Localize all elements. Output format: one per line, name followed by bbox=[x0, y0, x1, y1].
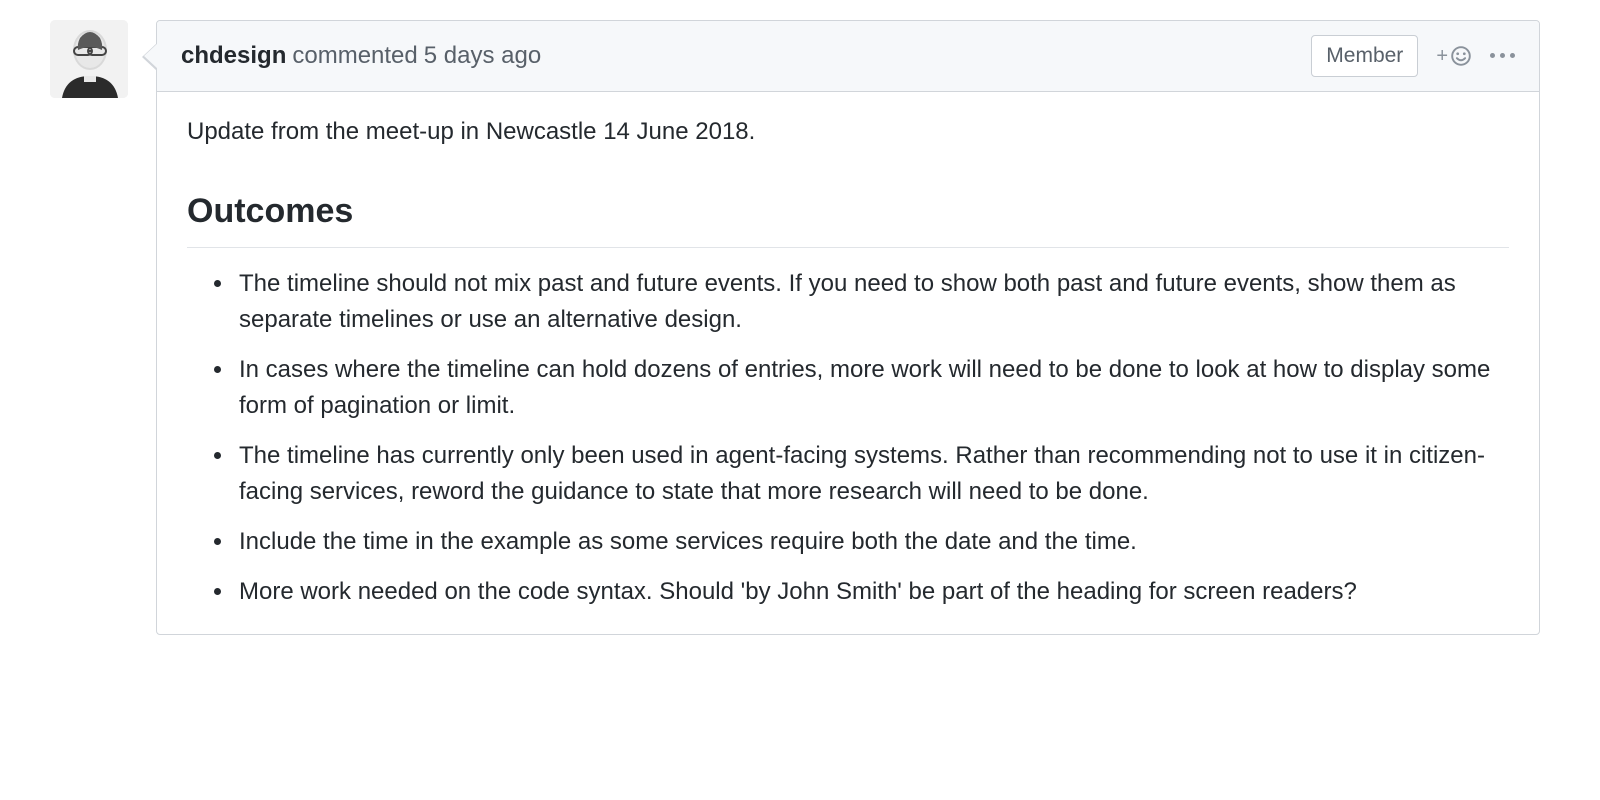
smiley-icon bbox=[1450, 45, 1472, 67]
list-item: Include the time in the example as some … bbox=[235, 524, 1509, 560]
list-item: The timeline has currently only been use… bbox=[235, 438, 1509, 510]
list-item: The timeline should not mix past and fut… bbox=[235, 266, 1509, 338]
outcomes-heading: Outcomes bbox=[187, 186, 1509, 248]
add-reaction-button[interactable]: + bbox=[1436, 45, 1472, 67]
comment-verb: commented bbox=[292, 38, 417, 74]
comment-author-link[interactable]: chdesign bbox=[181, 38, 286, 74]
list-item: More work needed on the code syntax. Sho… bbox=[235, 574, 1509, 610]
outcomes-list: The timeline should not mix past and fut… bbox=[187, 266, 1509, 610]
comment-paragraph: Update from the meet-up in Newcastle 14 … bbox=[187, 114, 1509, 150]
kebab-dot-icon bbox=[1510, 53, 1515, 58]
role-badge: Member bbox=[1311, 35, 1418, 77]
comment-header-actions: + bbox=[1436, 45, 1517, 67]
comment-header: chdesign commented 5 days ago Member + bbox=[157, 21, 1539, 92]
avatar[interactable] bbox=[50, 20, 128, 98]
comment-menu-button[interactable] bbox=[1488, 47, 1517, 64]
plus-icon: + bbox=[1436, 46, 1448, 66]
kebab-dot-icon bbox=[1490, 53, 1495, 58]
comment-body: Update from the meet-up in Newcastle 14 … bbox=[157, 92, 1539, 634]
kebab-dot-icon bbox=[1500, 53, 1505, 58]
comment-box: chdesign commented 5 days ago Member + bbox=[156, 20, 1540, 635]
comment-timestamp-link[interactable]: 5 days ago bbox=[424, 38, 541, 74]
list-item: In cases where the timeline can hold doz… bbox=[235, 352, 1509, 424]
issue-comment: chdesign commented 5 days ago Member + bbox=[50, 20, 1540, 635]
